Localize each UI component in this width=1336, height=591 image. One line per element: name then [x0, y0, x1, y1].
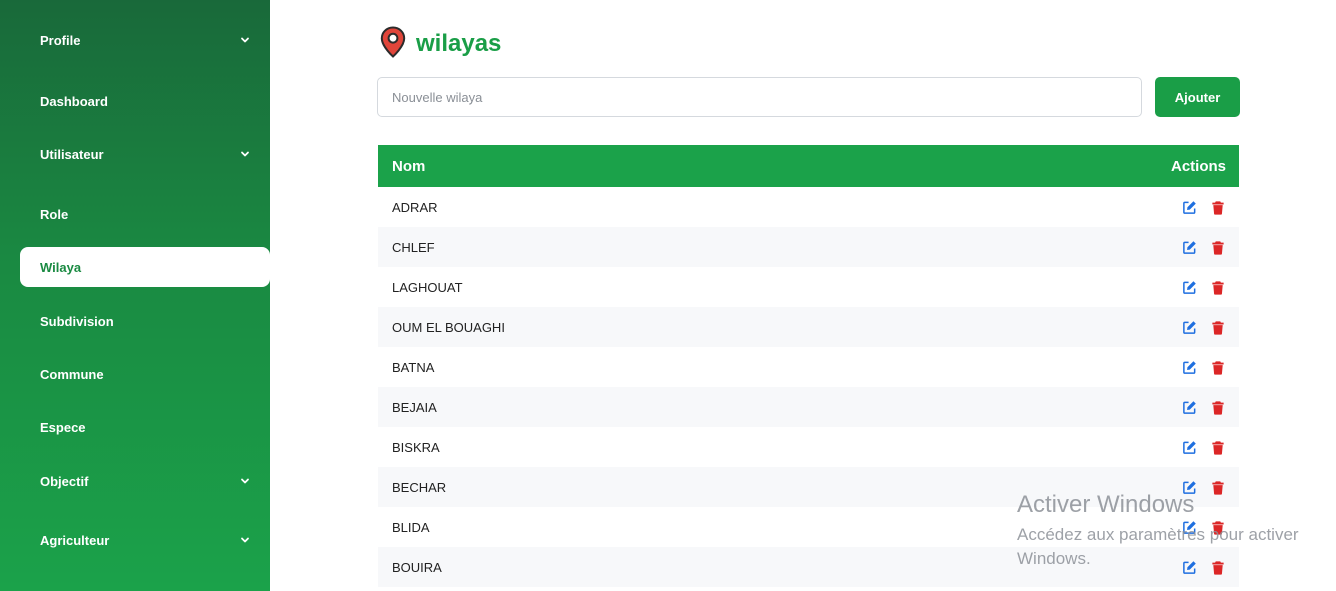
- row-actions: [1182, 280, 1226, 295]
- sidebar-item-subdivision[interactable]: Subdivision: [20, 301, 270, 341]
- column-header-actions: Actions: [1170, 157, 1226, 175]
- sidebar: Profile Dashboard Utilisateur Role Wilay…: [0, 0, 270, 591]
- wilaya-name: BECHAR: [392, 479, 447, 495]
- edit-icon[interactable]: [1182, 200, 1197, 215]
- trash-icon[interactable]: [1211, 240, 1226, 255]
- table-row: BOUIRA: [378, 547, 1239, 587]
- table-header: Nom Actions: [378, 145, 1239, 187]
- sidebar-item-label: Wilaya: [40, 259, 82, 275]
- sidebar-item-label: Agriculteur: [40, 532, 110, 548]
- trash-icon[interactable]: [1211, 520, 1226, 535]
- table-row: BLIDA: [378, 507, 1239, 547]
- trash-icon[interactable]: [1211, 480, 1226, 495]
- sidebar-item-label: Objectif: [40, 473, 89, 489]
- wilaya-name: OUM EL BOUAGHI: [392, 319, 505, 335]
- edit-icon[interactable]: [1182, 280, 1197, 295]
- sidebar-item-label: Profile: [40, 32, 81, 48]
- sidebar-item-wilaya[interactable]: Wilaya: [20, 247, 270, 287]
- sidebar-item-commune[interactable]: Commune: [20, 354, 270, 394]
- page-header: wilayas: [380, 25, 502, 63]
- edit-icon[interactable]: [1182, 560, 1197, 575]
- wilaya-name: BISKRA: [392, 439, 440, 455]
- chevron-down-icon: [240, 35, 250, 45]
- table-row: BECHAR: [378, 467, 1239, 507]
- table-row: OUM EL BOUAGHI: [378, 307, 1239, 347]
- sidebar-item-role[interactable]: Role: [20, 194, 270, 234]
- new-wilaya-input[interactable]: [377, 77, 1142, 117]
- sidebar-item-label: Role: [40, 206, 69, 222]
- add-button[interactable]: Ajouter: [1155, 77, 1240, 117]
- row-actions: [1182, 240, 1226, 255]
- table-row: BEJAIA: [378, 387, 1239, 427]
- trash-icon[interactable]: [1211, 560, 1226, 575]
- wilaya-table: Nom Actions ADRAR CHLEF LAGHOUAT OUM EL …: [378, 145, 1239, 587]
- wilaya-name: BLIDA: [392, 519, 430, 535]
- column-header-name: Nom: [392, 157, 426, 175]
- row-actions: [1182, 480, 1226, 495]
- sidebar-item-profile[interactable]: Profile: [20, 20, 270, 60]
- sidebar-item-objectif[interactable]: Objectif: [20, 461, 270, 501]
- chevron-down-icon: [240, 149, 250, 159]
- wilaya-name: ADRAR: [392, 199, 438, 215]
- sidebar-item-label: Espece: [40, 419, 86, 435]
- page-title: wilayas: [416, 30, 502, 57]
- edit-icon[interactable]: [1182, 440, 1197, 455]
- row-actions: [1182, 400, 1226, 415]
- chevron-down-icon: [240, 535, 250, 545]
- table-row: BATNA: [378, 347, 1239, 387]
- trash-icon[interactable]: [1211, 440, 1226, 455]
- trash-icon[interactable]: [1211, 400, 1226, 415]
- row-actions: [1182, 200, 1226, 215]
- chevron-down-icon: [240, 476, 250, 486]
- sidebar-item-agriculteur[interactable]: Agriculteur: [20, 520, 270, 560]
- table-row: LAGHOUAT: [378, 267, 1239, 307]
- sidebar-item-utilisateur[interactable]: Utilisateur: [20, 134, 270, 174]
- table-row: CHLEF: [378, 227, 1239, 267]
- edit-icon[interactable]: [1182, 400, 1197, 415]
- table-body: ADRAR CHLEF LAGHOUAT OUM EL BOUAGHI BATN…: [378, 187, 1239, 587]
- edit-icon[interactable]: [1182, 320, 1197, 335]
- sidebar-item-espece[interactable]: Espece: [20, 407, 270, 447]
- table-row: ADRAR: [378, 187, 1239, 227]
- sidebar-item-label: Commune: [40, 366, 104, 382]
- row-actions: [1182, 520, 1226, 535]
- map-pin-icon: [380, 25, 406, 63]
- wilaya-name: BEJAIA: [392, 399, 437, 415]
- edit-icon[interactable]: [1182, 520, 1197, 535]
- row-actions: [1182, 560, 1226, 575]
- trash-icon[interactable]: [1211, 280, 1226, 295]
- edit-icon[interactable]: [1182, 360, 1197, 375]
- table-row: BISKRA: [378, 427, 1239, 467]
- row-actions: [1182, 440, 1226, 455]
- wilaya-name: LAGHOUAT: [392, 279, 463, 295]
- wilaya-name: BATNA: [392, 359, 435, 375]
- wilaya-name: CHLEF: [392, 239, 435, 255]
- edit-icon[interactable]: [1182, 240, 1197, 255]
- wilaya-name: BOUIRA: [392, 559, 442, 575]
- edit-icon[interactable]: [1182, 480, 1197, 495]
- sidebar-item-label: Subdivision: [40, 313, 114, 329]
- sidebar-item-label: Dashboard: [40, 93, 108, 109]
- row-actions: [1182, 320, 1226, 335]
- trash-icon[interactable]: [1211, 320, 1226, 335]
- sidebar-item-label: Utilisateur: [40, 146, 104, 162]
- sidebar-item-dashboard[interactable]: Dashboard: [20, 81, 270, 121]
- trash-icon[interactable]: [1211, 360, 1226, 375]
- trash-icon[interactable]: [1211, 200, 1226, 215]
- row-actions: [1182, 360, 1226, 375]
